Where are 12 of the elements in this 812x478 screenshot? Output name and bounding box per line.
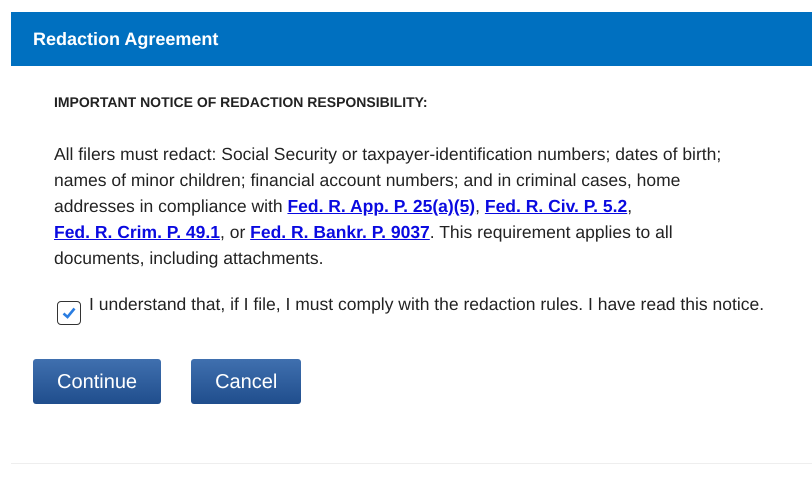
rule-link[interactable]: Fed. R. App. P. 25(a)(5) — [287, 196, 476, 216]
agreement-label: I understand that, if I file, I must comply with the redaction rules. I have read this notice. — [89, 293, 764, 316]
dialog-title: Redaction Agreement — [11, 12, 812, 66]
cancel-button[interactable]: Cancel — [191, 359, 302, 404]
notice-paragraph: All filers must redact: Social Security or taxpayer-identification numbers; dates of birth; names of minor children; financial account numbers; and in criminal cases, home addresses in compliance with Fed. R. App. P. 25(a)(5), Fed. R. Civ. P. 5.2, Fed. R. Crim. P. 49.1, or Fed. R. Bankr. P. 9037. This requirement applies to all documents, including attachments. — [54, 143, 722, 270]
notice-heading: IMPORTANT NOTICE OF REDACTION RESPONSIBILITY: — [54, 93, 429, 112]
rule-link[interactable]: Fed. R. Civ. P. 5.2 — [484, 196, 628, 216]
continue-button[interactable]: Continue — [33, 359, 162, 404]
agreement-checkbox[interactable] — [57, 301, 81, 325]
rule-link[interactable]: Fed. R. Crim. P. 49.1 — [54, 222, 220, 242]
rule-link[interactable]: Fed. R. Bankr. P. 9037 — [250, 222, 430, 242]
check-icon — [62, 307, 76, 319]
